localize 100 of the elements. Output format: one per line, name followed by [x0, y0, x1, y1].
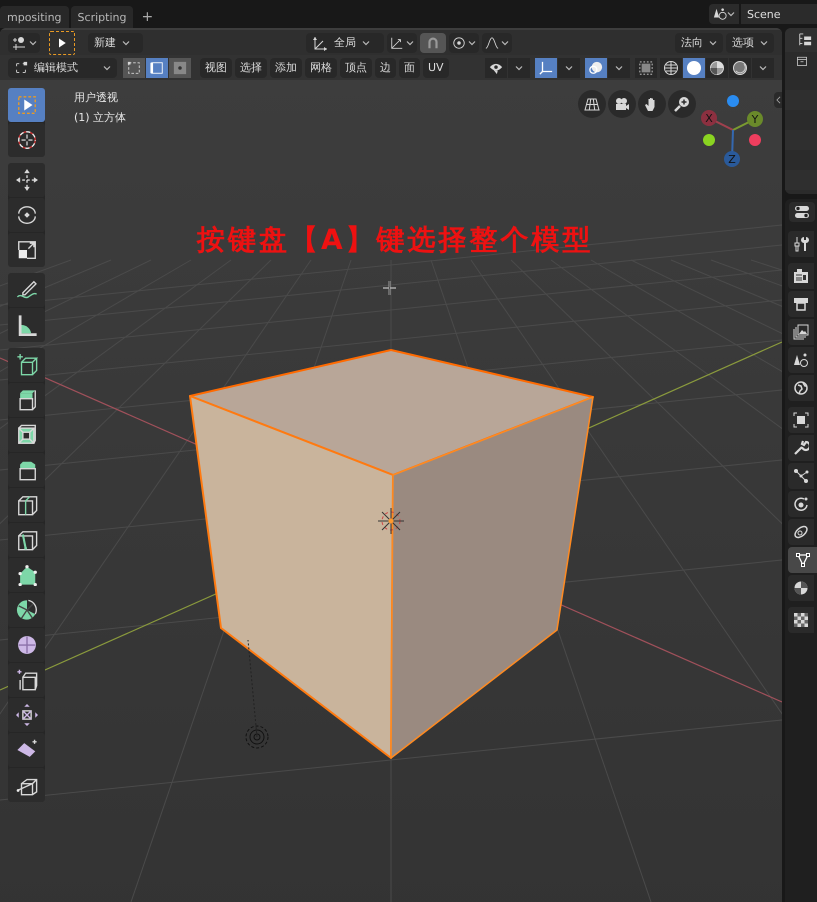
tool-button[interactable]: [8, 663, 45, 697]
menu-item[interactable]: 边: [375, 58, 396, 78]
magnet-icon: [426, 36, 440, 50]
shading-mode-button[interactable]: [729, 58, 751, 78]
face-select-icon: [173, 60, 187, 74]
caret-icon: [103, 64, 111, 70]
workspace-tab[interactable]: mpositing: [0, 6, 69, 28]
negative-x-handle[interactable]: [703, 134, 715, 146]
select-mode-button[interactable]: [146, 58, 168, 78]
knife-icon: [16, 529, 38, 551]
axis-handle[interactable]: [701, 110, 734, 131]
tool-button[interactable]: [8, 558, 45, 592]
properties-tab[interactable]: [788, 291, 814, 317]
axis-label: Z: [728, 153, 736, 166]
rendered-sphere-icon: [732, 60, 748, 76]
filter-icon: [796, 55, 808, 67]
checkerboard-icon: [793, 612, 809, 628]
editor-type-button[interactable]: [8, 32, 40, 52]
properties-tab[interactable]: [788, 491, 814, 517]
tool-button[interactable]: [8, 418, 45, 452]
3d-cursor-icon: [16, 129, 38, 151]
properties-editor-button[interactable]: [789, 202, 815, 222]
gizmo-axes-icon: [539, 60, 553, 74]
tool-button[interactable]: [8, 523, 45, 557]
properties-tab[interactable]: [788, 263, 814, 289]
properties-tab[interactable]: [788, 231, 814, 257]
poly-build-icon: [16, 564, 38, 586]
tool-button[interactable]: [8, 233, 45, 267]
scene-selector-button[interactable]: [709, 4, 739, 24]
tool-button[interactable]: [8, 453, 45, 487]
select-box-icon: [16, 94, 38, 116]
tool-button[interactable]: [8, 198, 45, 232]
negative-y-handle[interactable]: [749, 134, 761, 146]
options-dropdown[interactable]: 选项: [726, 32, 774, 52]
tool-button[interactable]: [8, 308, 45, 342]
tool-button[interactable]: [8, 348, 45, 382]
properties-tab[interactable]: [788, 347, 814, 373]
orbit-icon: [793, 496, 809, 512]
tool-button[interactable]: [8, 628, 45, 662]
spin-icon: [16, 599, 38, 621]
properties-tab[interactable]: [788, 375, 814, 401]
xray-toggle[interactable]: [635, 58, 657, 78]
dropdown-label: 法向: [681, 35, 703, 50]
select-mode-button[interactable]: [123, 58, 145, 78]
view-name-label: 用户透视: [74, 90, 118, 105]
gizmo-axes-toggle[interactable]: [535, 58, 557, 78]
tool-button[interactable]: [8, 273, 45, 307]
tool-button[interactable]: [8, 383, 45, 417]
menu-item[interactable]: 网格: [305, 58, 337, 78]
menu-item[interactable]: 添加: [270, 58, 302, 78]
shading-mode-button[interactable]: [683, 58, 705, 78]
tool-button[interactable]: [8, 593, 45, 627]
transform-orientation-dropdown[interactable]: 法向: [675, 32, 723, 52]
tool-button[interactable]: [8, 698, 45, 732]
properties-tab[interactable]: [788, 319, 814, 345]
tool-button[interactable]: [8, 123, 45, 157]
axis-handle[interactable]: [724, 130, 740, 167]
editor-type-icon: [11, 34, 27, 50]
axis-handle[interactable]: [732, 111, 763, 131]
menu-item[interactable]: 面: [399, 58, 420, 78]
tool-button[interactable]: [8, 163, 45, 197]
tool-button[interactable]: [8, 733, 45, 767]
properties-tab[interactable]: [788, 575, 814, 601]
negative-z-handle[interactable]: [727, 95, 739, 107]
properties-tab[interactable]: [788, 607, 814, 633]
orientation-dropdown[interactable]: 全局: [306, 32, 384, 52]
caret-icon: [362, 40, 370, 46]
properties-tab[interactable]: [788, 547, 817, 573]
workspace-tab[interactable]: Scripting: [70, 6, 134, 28]
properties-tab[interactable]: [788, 407, 814, 433]
camera-icon: [614, 96, 630, 112]
caret-icon: [501, 40, 509, 46]
tool-button[interactable]: [8, 488, 45, 522]
properties-tab[interactable]: [788, 519, 814, 545]
properties-tab[interactable]: [788, 463, 814, 489]
menu-item[interactable]: 顶点: [340, 58, 372, 78]
caret-icon: [29, 40, 37, 46]
printer-icon: [793, 296, 809, 312]
dropdown-label: 编辑模式: [34, 60, 79, 75]
eye-toggle[interactable]: [485, 58, 507, 78]
magnet-button[interactable]: [420, 32, 446, 52]
pivot-point-button[interactable]: [387, 32, 417, 52]
shading-mode-button[interactable]: [706, 58, 728, 78]
scene-name-field[interactable]: Scene: [741, 4, 817, 24]
sidebar-toggle-button[interactable]: [774, 92, 782, 108]
menu-item[interactable]: 视图: [200, 58, 232, 78]
add-workspace-button[interactable]: +: [135, 6, 160, 28]
proportional-button[interactable]: [449, 32, 479, 52]
grid-plane-icon: [584, 96, 600, 112]
material-sphere-icon: [709, 60, 725, 76]
menu-item[interactable]: UV: [423, 58, 449, 78]
overlay-circles-toggle[interactable]: [585, 58, 607, 78]
menu-item[interactable]: 选择: [235, 58, 267, 78]
mode-dropdown[interactable]: 编辑模式: [8, 58, 117, 78]
shading-mode-button[interactable]: [660, 58, 682, 78]
tool-button[interactable]: [8, 768, 45, 802]
new-dropdown[interactable]: 新建: [88, 32, 143, 52]
falloff-curve-button[interactable]: [482, 32, 512, 52]
properties-tab[interactable]: [788, 435, 814, 461]
loop-cut-icon: [16, 494, 38, 516]
